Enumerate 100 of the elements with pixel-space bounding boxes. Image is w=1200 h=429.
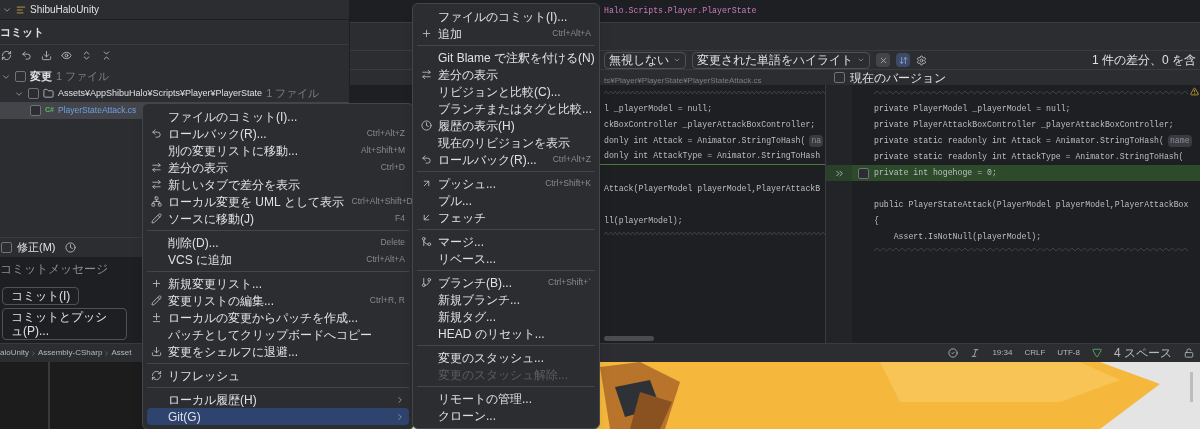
menu-item[interactable]: HEAD のリセット... (417, 325, 595, 342)
menu-item[interactable]: ブランチ(B)... Ctrl+Shift+` (417, 274, 595, 291)
commit-button[interactable]: コミットとプッシュ(P)... (2, 308, 127, 340)
lock-icon[interactable] (1184, 348, 1194, 358)
menu-item[interactable]: VCS に追加 Ctrl+Alt+A (147, 251, 409, 268)
breadcrumb-separator-icon (29, 349, 37, 357)
menu-item[interactable]: 削除(D)... Delete (147, 234, 409, 251)
commit-button[interactable]: コミット(I) (2, 287, 80, 305)
menu-item[interactable]: パッチとしてクリップボードへコピー (147, 326, 409, 343)
tree-item[interactable]: ShibuHaloUnity (30, 2, 99, 17)
checkbox[interactable] (28, 88, 39, 99)
breadcrumb-item[interactable]: Assembly-CSharp (37, 347, 103, 359)
scrollbar-thumb[interactable] (604, 336, 654, 341)
menu-item[interactable]: フェッチ (417, 209, 595, 226)
menu-item[interactable]: ロールバック(R)... Ctrl+Alt+Z (147, 125, 409, 142)
warning-icon[interactable] (1190, 87, 1199, 96)
caret-icon (857, 56, 865, 64)
code-line: private int hogehoge = 0; (874, 166, 997, 179)
menu-item[interactable]: 差分の表示 Ctrl+D (147, 159, 409, 176)
checkbox[interactable] (834, 72, 845, 83)
plus-icon (151, 278, 162, 289)
file-path: ts¥Player¥PlayerState¥PlayerStateAttack.cs (604, 75, 762, 85)
indent-setting[interactable]: 4 スペース (1114, 344, 1172, 362)
menu-item[interactable]: ブランチまたはタグと比較... (417, 100, 595, 117)
menu-item[interactable]: 新規タグ... (417, 308, 595, 325)
eye-icon[interactable] (61, 50, 72, 61)
menu-item[interactable]: 履歴の表示(H) (417, 117, 595, 134)
file-name: PlayerStateAttack.cs (57, 104, 137, 117)
menu-item[interactable]: Git(G) (147, 408, 409, 425)
pencil-icon (151, 295, 162, 306)
menu-item[interactable]: 新規ブランチ... (417, 291, 595, 308)
sync-scroll-toggle-button[interactable] (896, 53, 910, 67)
menu-item[interactable]: 別の変更リストに移動... Alt+Shift+M (147, 142, 409, 159)
menu-item[interactable]: ファイルのコミット(I)... (417, 8, 595, 25)
triangle-icon[interactable] (1092, 348, 1102, 358)
tree-item[interactable]: Assets¥AppShibuHalo¥Scripts¥Player¥PlayerState (58, 86, 263, 101)
breadcrumb-item[interactable]: aloUnity (0, 347, 29, 359)
menu-item[interactable]: Git Blame で注釈を付ける(N) (417, 49, 595, 66)
checkbox[interactable] (857, 167, 869, 179)
tree-item[interactable]: 変更 (30, 68, 52, 85)
tray-download-icon (151, 346, 162, 357)
collapse-all-icon[interactable] (101, 50, 112, 61)
undo-icon (151, 128, 162, 139)
menu-item[interactable]: 新しいタブで差分を表示 (147, 176, 409, 193)
refresh-icon (151, 370, 162, 381)
pencil-icon (151, 213, 162, 224)
clock-icon[interactable] (64, 242, 76, 253)
code-line: public PlayerStateAttack(PlayerModel playerModel,PlayerAttackBox (874, 198, 1189, 211)
menu-item[interactable]: ソースに移動(J) F4 (147, 210, 409, 227)
code-line: Attack(PlayerModel playerModel,PlayerAttackB (604, 182, 821, 195)
menu-item[interactable]: 差分の表示 (417, 66, 595, 83)
code-line: Assert.IsNotNull(playerModel); (892, 230, 1042, 243)
menu-item[interactable]: リモートの管理... (417, 390, 595, 407)
tray-download-icon[interactable] (41, 50, 52, 61)
menu-item[interactable]: 新規変更リスト... (147, 275, 409, 292)
menu-item[interactable]: ローカルの変更からパッチを作成... (147, 309, 409, 326)
undo-icon[interactable] (21, 50, 32, 61)
code-line: ll(playerModel); (604, 214, 683, 227)
menu-item[interactable]: リフレッシュ (147, 367, 409, 384)
menu-item[interactable]: 変更をシェルフに退避... (147, 343, 409, 360)
checkbox[interactable] (1, 242, 12, 253)
menu-item[interactable]: プッシュ... Ctrl+Shift+K (417, 175, 595, 192)
menu-item[interactable]: 変更のスタッシュ... (417, 349, 595, 366)
check-circle-icon[interactable] (948, 348, 959, 358)
file-encoding[interactable]: UTF-8 (1057, 347, 1080, 359)
diff-icon (151, 162, 162, 173)
code-line: donly int Attack = Animator.StringToHash( (604, 134, 806, 147)
expand-all-icon[interactable] (81, 50, 92, 61)
file-count: 1 ファイル (56, 69, 110, 85)
refresh-icon[interactable] (1, 50, 12, 61)
settings-icon[interactable] (916, 54, 927, 66)
italic-icon[interactable] (970, 348, 981, 358)
menu-item[interactable]: ローカル履歴(H) (147, 391, 409, 408)
menu-item[interactable]: ファイルのコミット(I)... (147, 108, 409, 125)
menu-item[interactable]: プル... (417, 192, 595, 209)
menu-item[interactable]: クローン... (417, 407, 595, 424)
menu-item[interactable]: リビジョンと比較(C)... (417, 83, 595, 100)
cursor-position[interactable]: 19:34 (992, 347, 1013, 359)
code-line: private PlayerModel _playerModel = null; (874, 102, 1071, 115)
checkbox[interactable] (30, 105, 41, 116)
line-ending[interactable]: CRLF (1024, 347, 1046, 359)
code-line: ckBoxController _playerAttackBoxController; (604, 118, 816, 131)
amend-label[interactable]: 修正(M) (17, 239, 56, 256)
menu-item[interactable]: 変更リストの編集... Ctrl+R, R (147, 292, 409, 309)
menu-item[interactable]: 追加 Ctrl+Alt+A (417, 25, 595, 42)
menu-item[interactable]: リベース... (417, 250, 595, 267)
x-icon (878, 55, 888, 65)
inlay-hint: na (809, 134, 824, 148)
dropdown[interactable]: 変更された単語をハイライト (692, 51, 870, 69)
collapse-toggle-button[interactable] (876, 53, 890, 67)
pane-title: 現在のバージョン (850, 69, 946, 87)
menu-item[interactable]: 現在のリビジョンを表示 (417, 134, 595, 151)
plus-minus-icon (151, 312, 162, 323)
breadcrumb-item[interactable]: Asset (111, 347, 132, 359)
branch-icon (421, 277, 432, 288)
inlay-hint: name (1167, 134, 1192, 148)
checkbox[interactable] (15, 71, 26, 82)
dropdown[interactable]: 無視しない (604, 51, 686, 69)
menu-item[interactable]: ロールバック(R)... Ctrl+Alt+Z (417, 151, 595, 168)
menu-item[interactable]: マージ... (417, 233, 595, 250)
